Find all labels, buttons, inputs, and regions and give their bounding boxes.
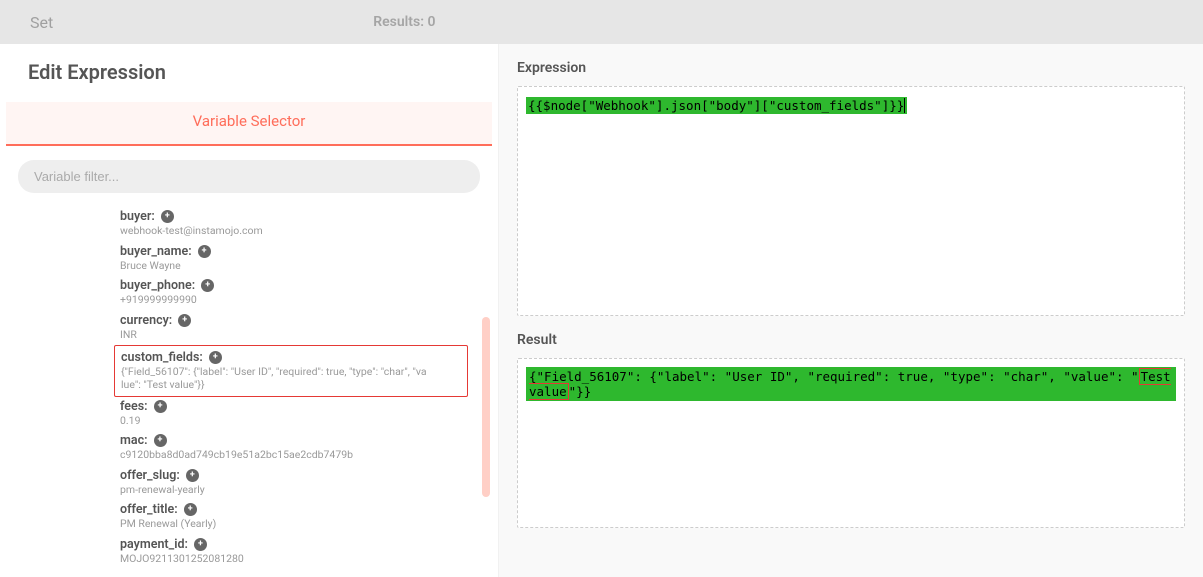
tree-item-value: webhook-test@instamojo.com bbox=[120, 225, 488, 238]
tree-item-fees[interactable]: fees:+0.19 bbox=[120, 397, 498, 432]
tree-item-value: c9120bba8d0ad749cb19e51a2bc15ae2cdb7479b bbox=[120, 449, 488, 462]
scrollbar[interactable] bbox=[482, 317, 490, 497]
expression-editor[interactable]: {{$node["Webhook"].json["body"]["custom_… bbox=[517, 86, 1185, 316]
tree-item-mac[interactable]: mac:+c9120bba8d0ad749cb19e51a2bc15ae2cdb… bbox=[120, 431, 498, 466]
tree-item-custom_fields[interactable]: custom_fields:+{"Field_56107": {"label":… bbox=[114, 345, 468, 396]
main-container: Edit Expression Variable Selector buyer:… bbox=[0, 44, 1203, 577]
tree-item-label: fees:+ bbox=[120, 399, 488, 414]
tree-item-value: Bruce Wayne bbox=[120, 260, 488, 273]
left-panel: Edit Expression Variable Selector buyer:… bbox=[0, 44, 498, 577]
tree-item-value: +919999999990 bbox=[120, 294, 488, 307]
topbar: Set Results: 0 bbox=[0, 0, 1203, 44]
plus-icon[interactable]: + bbox=[194, 538, 207, 551]
filter-wrap bbox=[0, 160, 498, 207]
plus-icon[interactable]: + bbox=[154, 400, 167, 413]
plus-icon[interactable]: + bbox=[209, 351, 222, 364]
result-label: Result bbox=[517, 316, 1185, 358]
tree-item-currency[interactable]: currency:+INR bbox=[120, 311, 498, 346]
tree-item-offer_title[interactable]: offer_title:+PM Renewal (Yearly) bbox=[120, 500, 498, 535]
plus-icon[interactable]: + bbox=[201, 279, 214, 292]
right-panel: Expression {{$node["Webhook"].json["body… bbox=[498, 44, 1203, 577]
tree-item-label: payment_id:+ bbox=[120, 537, 488, 552]
variable-selector-header: Variable Selector bbox=[6, 102, 492, 146]
tree-item-value: INR bbox=[120, 329, 488, 342]
tree-item-value: 0.19 bbox=[120, 415, 488, 428]
tree-item-label: buyer:+ bbox=[120, 209, 488, 224]
tree-item-buyer_phone[interactable]: buyer_phone:++919999999990 bbox=[120, 276, 498, 311]
expression-text: {{$node["Webhook"].json["body"]["custom_… bbox=[526, 97, 907, 114]
plus-icon[interactable]: + bbox=[154, 434, 167, 447]
result-box: {"Field_56107": {"label": "User ID", "re… bbox=[517, 358, 1185, 528]
topbar-title: Set bbox=[30, 13, 53, 32]
tree-item-buyer[interactable]: buyer:+webhook-test@instamojo.com bbox=[120, 207, 498, 242]
variable-tree: buyer:+webhook-test@instamojo.combuyer_n… bbox=[0, 207, 498, 567]
tree-item-payment_id[interactable]: payment_id:+MOJO9211301252081280 bbox=[120, 535, 498, 567]
tree-item-value: pm-renewal-yearly bbox=[120, 484, 488, 497]
tree-item-label: buyer_name:+ bbox=[120, 244, 488, 259]
tree-item-value: PM Renewal (Yearly) bbox=[120, 518, 488, 531]
tree-item-label: offer_title:+ bbox=[120, 502, 488, 517]
plus-icon[interactable]: + bbox=[184, 503, 197, 516]
variable-filter-input[interactable] bbox=[18, 160, 480, 193]
tree-item-label: custom_fields:+ bbox=[121, 350, 457, 365]
plus-icon[interactable]: + bbox=[161, 210, 174, 223]
tree-item-value: {"Field_56107": {"label": "User ID", "re… bbox=[121, 366, 457, 391]
expression-label: Expression bbox=[517, 44, 1185, 86]
result-text: {"Field_56107": {"label": "User ID", "re… bbox=[526, 367, 1176, 401]
tree-item-label: offer_slug:+ bbox=[120, 468, 488, 483]
plus-icon[interactable]: + bbox=[178, 314, 191, 327]
plus-icon[interactable]: + bbox=[186, 469, 199, 482]
tree-item-offer_slug[interactable]: offer_slug:+pm-renewal-yearly bbox=[120, 466, 498, 501]
tree-item-label: currency:+ bbox=[120, 313, 488, 328]
tree-item-label: mac:+ bbox=[120, 433, 488, 448]
plus-icon[interactable]: + bbox=[198, 245, 211, 258]
topbar-results: Results: 0 bbox=[373, 14, 435, 30]
tree-item-buyer_name[interactable]: buyer_name:+Bruce Wayne bbox=[120, 242, 498, 277]
tree-item-label: buyer_phone:+ bbox=[120, 278, 488, 293]
edit-expression-title: Edit Expression bbox=[0, 44, 498, 102]
tree-item-value: MOJO9211301252081280 bbox=[120, 553, 488, 566]
